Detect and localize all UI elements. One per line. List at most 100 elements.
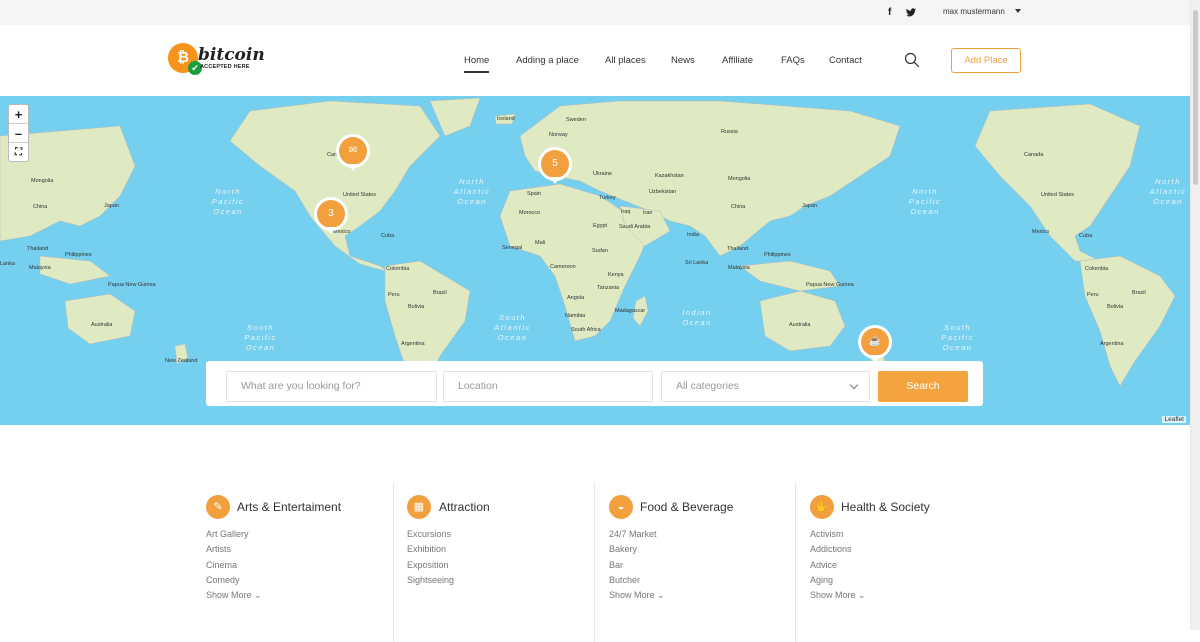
show-more-link[interactable]: Show More ⌄ (206, 588, 262, 603)
category-link[interactable]: 24/7 Market (609, 527, 665, 542)
map-label: Turkey (599, 195, 616, 201)
nav-adding-a-place[interactable]: Adding a place (516, 55, 579, 66)
category-select-value: All categories (676, 380, 740, 392)
map-label: Egypt (593, 223, 608, 229)
map-label: Russia (721, 129, 738, 135)
map-label: Mongolia (31, 178, 54, 184)
map-label: Uzbekistan (649, 189, 677, 195)
map-attribution[interactable]: Leaflet (1162, 416, 1186, 423)
category-title[interactable]: Arts & Entertaiment (237, 500, 341, 514)
nav-contact[interactable]: Contact (829, 55, 862, 66)
ocean-label: North Atlantic Ocean (1149, 177, 1187, 206)
category-select[interactable]: All categories (661, 371, 870, 402)
map-label: Ukraine (593, 171, 612, 177)
site-logo[interactable]: ₿ bitcoin ✔ ACCEPTED HERE (168, 43, 265, 75)
category-link[interactable]: Exposition (407, 558, 454, 573)
map-label: Sri Lanka (685, 260, 709, 266)
map-label: Papua New Guinea (806, 282, 854, 288)
category-link[interactable]: Sightseeing (407, 573, 454, 588)
zoom-in-button[interactable]: + (9, 105, 28, 124)
search-button[interactable]: Search (878, 371, 968, 402)
category-link[interactable]: Bakery (609, 542, 665, 557)
cluster-count: 3 (317, 200, 345, 228)
map-label: Mexico (1032, 229, 1050, 235)
scrollbar-thumb[interactable] (1193, 10, 1198, 185)
food-icon: ◒ (609, 495, 633, 519)
facebook-icon[interactable]: f (888, 7, 891, 18)
marker-icon: ✉ (339, 137, 367, 165)
map-cluster-pin[interactable]: 3 (314, 197, 348, 234)
map-marker-pin[interactable]: ☕ (858, 325, 892, 362)
map-label: Malaysia (29, 265, 51, 271)
twitter-icon[interactable] (906, 8, 916, 19)
category-link[interactable]: Excursions (407, 527, 454, 542)
ocean-label: North Atlantic Ocean (453, 177, 491, 206)
map-label: Iran (643, 210, 653, 216)
category-column: ◒ Food & Beverage 24/7 Market Bakery Bar… (594, 482, 794, 642)
map-label: China (731, 204, 746, 210)
map-label: Cameroon (550, 264, 576, 270)
category-link[interactable]: Art Gallery (206, 527, 262, 542)
category-link[interactable]: Addictions (810, 542, 866, 557)
category-link[interactable]: Comedy (206, 573, 262, 588)
category-title[interactable]: Food & Beverage (640, 500, 733, 514)
add-place-button[interactable]: Add Place (951, 48, 1021, 73)
page-scrollbar[interactable] (1190, 0, 1200, 630)
map-cluster-pin[interactable]: 5 (538, 147, 572, 184)
nav-news[interactable]: News (671, 55, 695, 66)
map-label: Morocco (519, 210, 541, 216)
map-label: Mongolia (728, 176, 751, 182)
nav-faqs[interactable]: FAQs (781, 55, 805, 66)
map-label: Sudan (592, 248, 608, 254)
map-label: Thailand (727, 246, 749, 252)
category-link[interactable]: Exhibition (407, 542, 454, 557)
map-label: Norway (549, 132, 568, 138)
nav-home[interactable]: Home (464, 55, 490, 73)
show-more-link[interactable]: Show More ⌄ (609, 588, 665, 603)
category-link[interactable]: Aging (810, 573, 866, 588)
map-label: Tanzania (597, 285, 620, 291)
category-column: ✎ Arts & Entertaiment Art Gallery Artist… (206, 482, 406, 642)
category-link[interactable]: Artists (206, 542, 262, 557)
map-label: Japan (104, 203, 119, 209)
search-location-input[interactable]: Location (443, 371, 653, 402)
logo-subtitle: ACCEPTED HERE (200, 64, 250, 70)
map-label: Spain (527, 191, 542, 197)
map-label: Argentina (401, 341, 425, 347)
map-label: Cuba (1079, 233, 1093, 239)
map-label: Cuba (381, 233, 395, 239)
category-link[interactable]: Advice (810, 558, 866, 573)
category-title[interactable]: Attraction (439, 500, 490, 514)
show-more-link[interactable]: Show More ⌄ (810, 588, 866, 603)
zoom-out-button[interactable]: – (9, 124, 28, 143)
category-link[interactable]: Bar (609, 558, 665, 573)
caret-down-icon[interactable] (1015, 9, 1021, 13)
category-link[interactable]: Butcher (609, 573, 665, 588)
map-label: Senegal (502, 245, 523, 251)
map-marker-pin[interactable]: ✉ (336, 134, 370, 171)
map-label: Sweden (566, 117, 586, 123)
map-label: Australia (91, 322, 113, 328)
map-label: Peru (1087, 292, 1099, 298)
marker-icon: ☕ (861, 328, 889, 356)
category-link[interactable]: Cinema (206, 558, 262, 573)
map-label: United States (343, 192, 377, 198)
user-menu[interactable]: max mustermann (943, 7, 1005, 16)
map-label: Japan (802, 203, 817, 209)
category-title[interactable]: Health & Society (841, 500, 930, 514)
map-label: Colombia (386, 266, 410, 272)
map-label: Philippines (764, 252, 791, 258)
ocean-label: South Pacific Ocean (941, 323, 974, 352)
nav-affiliate[interactable]: Affiliate (722, 55, 753, 66)
search-what-input[interactable]: What are you looking for? (226, 371, 437, 402)
map-label: Argentina (1100, 341, 1124, 347)
map-label: New Zealand (165, 358, 198, 364)
fullscreen-icon[interactable]: ⛶ (9, 143, 28, 162)
map-label: Lanka (0, 261, 15, 267)
search-icon[interactable] (904, 52, 920, 68)
category-link[interactable]: Activism (810, 527, 866, 542)
ocean-label: North Pacific Ocean (211, 187, 245, 216)
map-label: Malaysia (728, 265, 750, 271)
ticket-icon: ▦ (407, 495, 431, 519)
nav-all-places[interactable]: All places (605, 55, 646, 66)
